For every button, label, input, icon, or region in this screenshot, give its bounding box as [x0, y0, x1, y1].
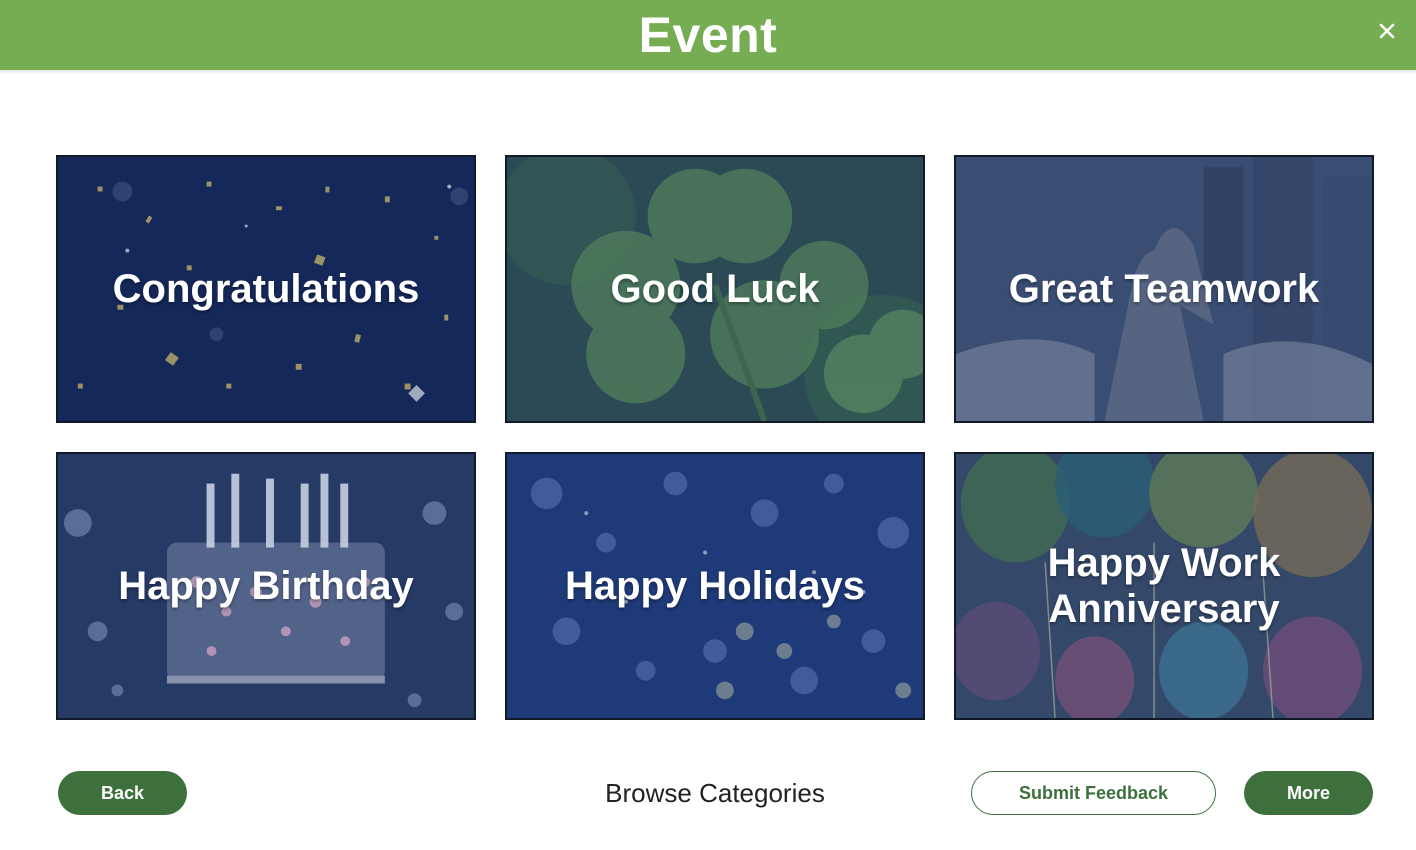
card-happy-work-anniversary[interactable]: Happy Work Anniversary	[954, 452, 1374, 720]
card-congratulations[interactable]: Congratulations	[56, 155, 476, 423]
browse-categories-label: Browse Categories	[605, 778, 825, 808]
card-happy-holidays[interactable]: Happy Holidays	[505, 452, 925, 720]
card-label: Congratulations	[112, 267, 420, 311]
card-label: Great Teamwork	[1008, 267, 1320, 311]
card-label: Happy Birthday	[118, 564, 414, 608]
card-label: Happy Work Anniversary	[1047, 541, 1281, 631]
header-bar: Event	[0, 0, 1416, 70]
card-happy-birthday[interactable]: Happy Birthday	[56, 452, 476, 720]
submit-feedback-button[interactable]: Submit Feedback	[971, 771, 1216, 815]
card-label: Happy Holidays	[564, 564, 866, 608]
page-title: Event	[638, 7, 778, 63]
card-label: Good Luck	[610, 267, 820, 311]
close-icon[interactable]	[1376, 20, 1398, 42]
card-good-luck[interactable]: Good Luck	[505, 155, 925, 423]
back-button[interactable]: Back	[58, 771, 187, 815]
more-button[interactable]: More	[1244, 771, 1373, 815]
card-great-teamwork[interactable]: Great Teamwork	[954, 155, 1374, 423]
